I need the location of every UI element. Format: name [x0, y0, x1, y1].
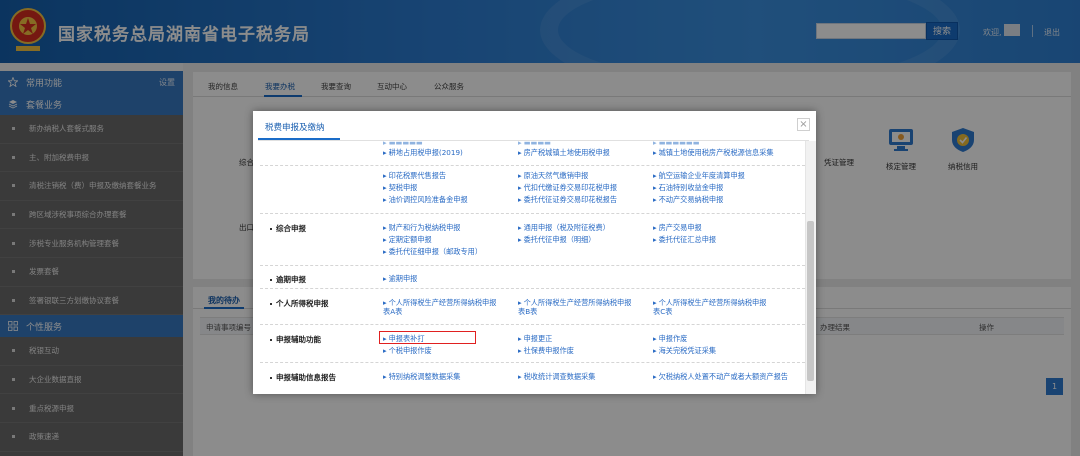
link-item[interactable]: ▸ 房产交易申报 [653, 223, 771, 232]
link-item[interactable]: ▸ 通用申报（税及附征税费） [518, 223, 636, 232]
section-label: 个人所得税申报 [270, 298, 329, 309]
link-item[interactable]: ▸ 油价调控风险准备金申报 [383, 195, 501, 204]
link-item[interactable]: ▸ 委托代征申报（明细） [518, 235, 636, 244]
close-button[interactable]: × [797, 118, 810, 131]
link-item[interactable]: ▸ 海关完税凭证采集 [653, 346, 771, 355]
link-item[interactable]: ▸ 不动产交易纳税申报 [653, 195, 793, 204]
link-item[interactable]: ▸ 委托代征汇总申报 [653, 235, 771, 244]
link-item[interactable]: ▸ 欠税纳税人处置不动产或者大额资产报告 [653, 372, 788, 381]
link-item[interactable]: ▸ 城镇土地使用税房产税税源信息采集 [653, 148, 793, 157]
link-item[interactable]: ▸ 个税申报作废 [383, 346, 501, 355]
link-item[interactable]: ▸ 定期定额申报 [383, 235, 501, 244]
link-item[interactable]: ▸ 航空运输企业年度清算申报 [653, 171, 793, 180]
link-item[interactable]: ▸ 契税申报 [383, 183, 501, 192]
link-item[interactable]: ▸ 申报更正 [518, 334, 636, 343]
link-item[interactable]: ▸ 税收统计调查数据采集 [518, 372, 636, 381]
section-label: 逾期申报 [270, 274, 306, 285]
link-item[interactable]: ▸ 申报作废 [653, 334, 771, 343]
link-property-behavior-tax[interactable]: ▸ 财产和行为税纳税申报 [383, 223, 501, 232]
section-label: 申报辅助信息报告 [270, 372, 336, 383]
link-item[interactable]: ▸ 个人所得税生产经营所得纳税申报表C表 [653, 298, 771, 316]
link-item[interactable]: ▸ 代扣代缴证券交易印花税申报 [518, 183, 653, 192]
link-item[interactable]: ▸ 房产税城镇土地使用税申报 [518, 148, 636, 157]
link-item[interactable]: ▸ 印花税票代售报告 [383, 171, 501, 180]
link-item[interactable]: ▸ 原油天然气缴销申报 [518, 171, 636, 180]
highlight-box [379, 331, 476, 344]
link-item[interactable]: ▸ 逾期申报 [383, 274, 501, 283]
link-item[interactable]: ▸ 石油特别收益金申报 [653, 183, 793, 192]
link-item[interactable]: ▸ 耕地占用税申报(2019) [383, 148, 501, 157]
section-label: 申报辅助功能 [270, 334, 321, 345]
modal-title: 税费申报及缴纳 [265, 123, 325, 133]
link-item[interactable]: ▸ 特别纳税调整数据采集 [383, 372, 501, 381]
modal-scroll-area[interactable]: ▸ ▬▬▬▬▬ ▸ ▬▬▬▬ ▸ ▬▬▬▬▬▬ ▸ 耕地占用税申报(2019) ▸… [253, 141, 816, 394]
link-item[interactable]: ▸ 个人所得税生产经营所得纳税申报表A表 [383, 298, 501, 316]
link-item[interactable]: ▸ 个人所得税生产经营所得纳税申报表B表 [518, 298, 636, 316]
link-item[interactable]: ▸ 委托代征细申报（邮政专用） [383, 247, 518, 256]
link-item[interactable]: ▸ 委托代征证券交易印花税报告 [518, 195, 653, 204]
scrollbar-thumb[interactable] [807, 221, 814, 381]
link-item[interactable]: ▸ 社保费申报作废 [518, 346, 636, 355]
tax-declaration-modal: 税费申报及缴纳 × ▸ ▬▬▬▬▬ ▸ ▬▬▬▬ ▸ ▬▬▬▬▬▬ ▸ 耕地占用税… [253, 111, 816, 394]
section-label: 综合申报 [270, 223, 306, 234]
